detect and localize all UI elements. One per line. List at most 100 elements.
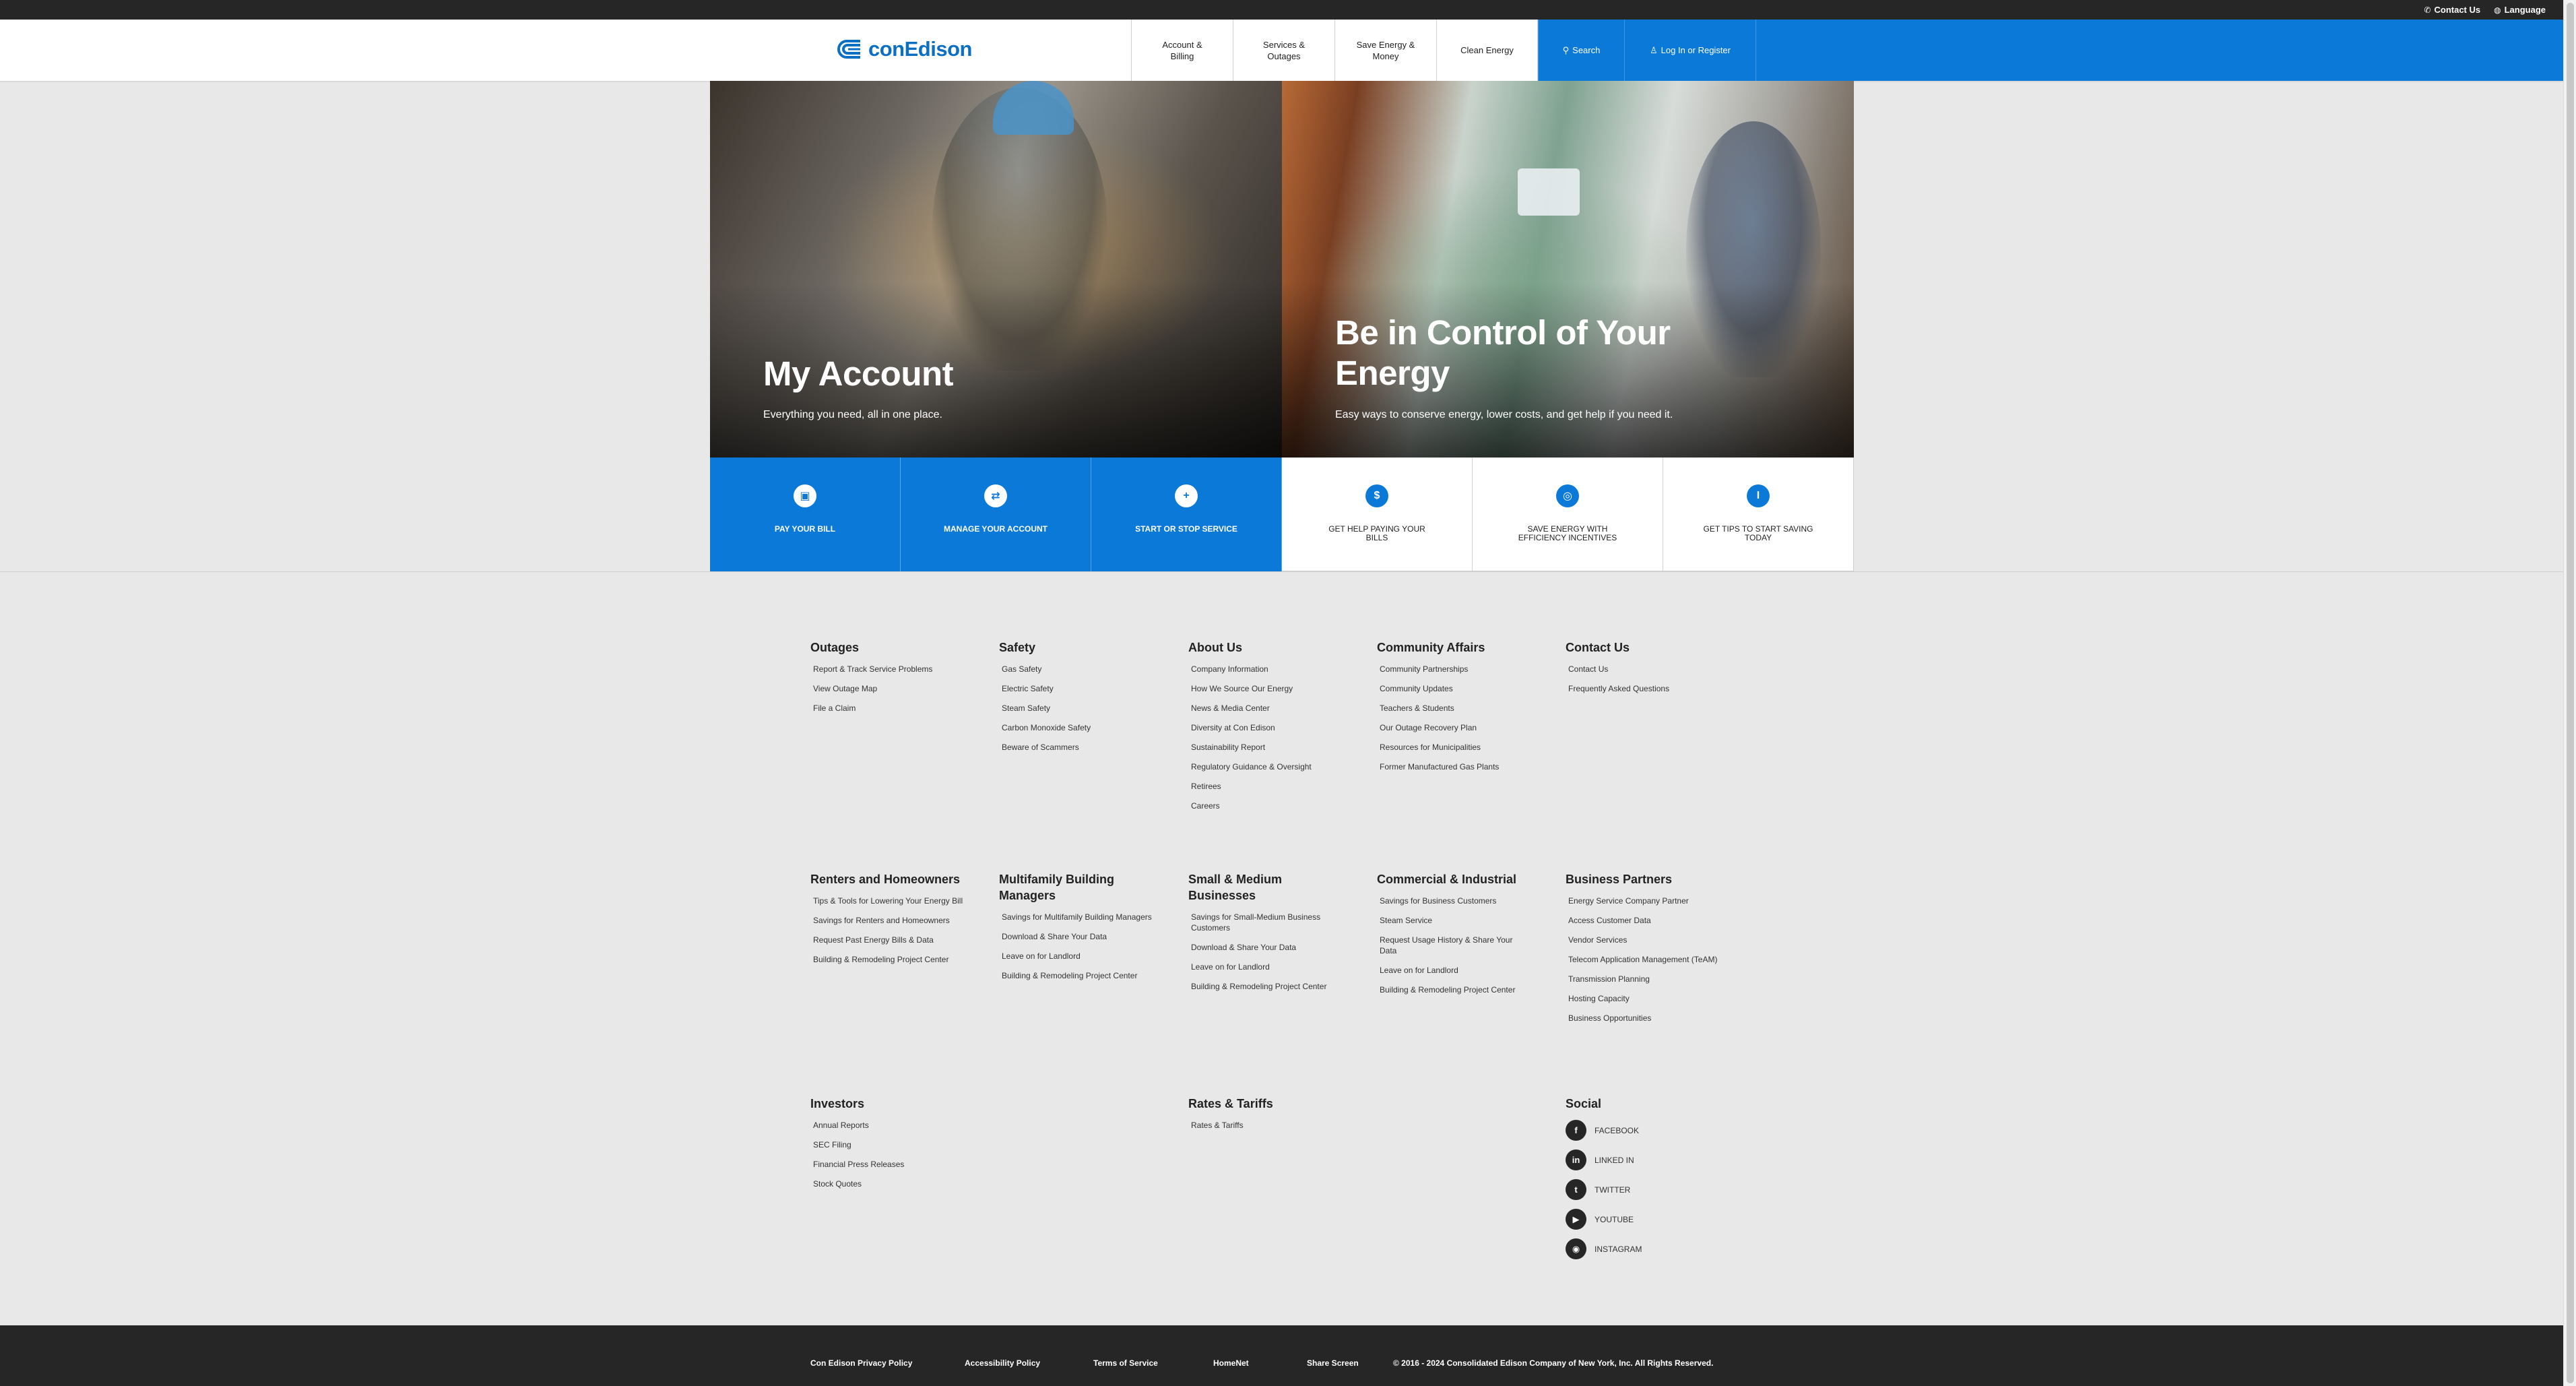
conedison-logo[interactable]: conEdison (833, 36, 972, 63)
social-label: INSTAGRAM (1595, 1244, 1642, 1254)
hero-subtitle: Easy ways to conserve energy, lower cost… (1335, 409, 1673, 420)
copyright-text: © 2016 - 2024 Consolidated Edison Compan… (1393, 1358, 1714, 1368)
accessibility-policy-link[interactable]: Accessibility Policy (965, 1358, 1040, 1368)
footer-link[interactable]: Company Information (1191, 664, 1343, 674)
footer-link[interactable]: Building & Remodeling Project Center (1380, 984, 1531, 995)
footer-link[interactable]: Request Usage History & Share Your Data (1380, 935, 1531, 956)
footer-link[interactable]: Rates & Tariffs (1191, 1120, 1343, 1131)
footer-link[interactable]: Business Opportunities (1568, 1013, 1720, 1023)
footer-link[interactable]: Electric Safety (1002, 683, 1153, 694)
footer-link[interactable]: Regulatory Guidance & Oversight (1191, 761, 1343, 772)
scrollbar-thumb[interactable] (2567, 3, 2574, 1383)
footer-link[interactable]: Leave on for Landlord (1380, 965, 1531, 976)
footer-link[interactable]: Stock Quotes (813, 1178, 965, 1189)
tile-efficiency-incentives[interactable]: ◎ SAVE ENERGY WITH EFFICIENCY INCENTIVES (1473, 458, 1663, 571)
footer-link[interactable]: Building & Remodeling Project Center (1002, 970, 1153, 981)
footer-link[interactable]: Savings for Multifamily Building Manager… (1002, 912, 1153, 922)
footer-link[interactable]: Hosting Capacity (1568, 993, 1720, 1004)
footer-link[interactable]: Carbon Monoxide Safety (1002, 722, 1153, 733)
footer-link[interactable]: Savings for Small-Medium Business Custom… (1191, 912, 1343, 933)
footer-link[interactable]: Steam Service (1380, 915, 1531, 926)
footer-link[interactable]: Diversity at Con Edison (1191, 722, 1343, 733)
social-instagram[interactable]: ◉ INSTAGRAM (1566, 1238, 1734, 1259)
nav-services-outages[interactable]: Services & Outages (1233, 20, 1334, 81)
footer-link[interactable]: Download & Share Your Data (1191, 942, 1343, 953)
social-youtube[interactable]: ▶ YOUTUBE (1566, 1209, 1734, 1230)
footer-link[interactable]: Community Updates (1380, 683, 1531, 694)
language-link[interactable]: ◍ Language (2494, 5, 2546, 15)
footer-heading: Rates & Tariffs (1188, 1097, 1273, 1110)
footer-link[interactable]: Resources for Municipalities (1380, 742, 1531, 753)
nav-clean-energy[interactable]: Clean Energy (1436, 20, 1538, 81)
footer-link[interactable]: Steam Safety (1002, 703, 1153, 714)
footer-col-contact: Contact Us Contact Us Frequently Asked Q… (1566, 639, 1734, 703)
terms-of-service-link[interactable]: Terms of Service (1093, 1358, 1158, 1368)
tile-saving-tips[interactable]: I GET TIPS TO START SAVING TODAY (1663, 458, 1854, 571)
footer-link[interactable]: Financial Press Releases (813, 1159, 965, 1170)
contact-us-link[interactable]: ✆ Contact Us (2424, 5, 2480, 15)
login-register-button[interactable]: ♙ Log In or Register (1624, 20, 1756, 81)
footer-link[interactable]: Download & Share Your Data (1002, 931, 1153, 942)
privacy-policy-link[interactable]: Con Edison Privacy Policy (810, 1358, 912, 1368)
footer-link[interactable]: Report & Track Service Problems (813, 664, 965, 674)
thermometer-icon: I (1747, 484, 1770, 507)
footer-link[interactable]: Tips & Tools for Lowering Your Energy Bi… (813, 895, 965, 906)
footer-link[interactable]: Leave on for Landlord (1191, 962, 1343, 972)
footer-link[interactable]: Savings for Business Customers (1380, 895, 1531, 906)
footer-link[interactable]: Annual Reports (813, 1120, 965, 1131)
footer-link[interactable]: Careers (1191, 800, 1343, 811)
tile-manage-account[interactable]: ⇄ MANAGE YOUR ACCOUNT (901, 458, 1091, 571)
footer-link[interactable]: Request Past Energy Bills & Data (813, 935, 965, 945)
footer-link[interactable]: Our Outage Recovery Plan (1380, 722, 1531, 733)
footer-link[interactable]: Telecom Application Management (TeAM) (1568, 954, 1720, 965)
footer-link[interactable]: Gas Safety (1002, 664, 1153, 674)
footer-link[interactable]: Sustainability Report (1191, 742, 1343, 753)
footer-link[interactable]: Former Manufactured Gas Plants (1380, 761, 1531, 772)
facebook-icon: f (1566, 1120, 1586, 1141)
footer-link[interactable]: Access Customer Data (1568, 915, 1720, 926)
footer-link[interactable]: Contact Us (1568, 664, 1720, 674)
footer-link[interactable]: How We Source Our Energy (1191, 683, 1343, 694)
piggy-bank-icon: ◎ (1556, 484, 1579, 507)
footer-link[interactable]: Retirees (1191, 781, 1343, 792)
tile-pay-your-bill[interactable]: ▣ PAY YOUR BILL (710, 458, 901, 571)
search-button[interactable]: ⚲ Search (1538, 20, 1624, 81)
footer-link[interactable]: Frequently Asked Questions (1568, 683, 1720, 694)
footer-link[interactable]: Transmission Planning (1568, 974, 1720, 984)
hero-control-energy[interactable]: Be in Control of Your Energy Easy ways t… (1282, 81, 1854, 458)
footer-link[interactable]: Building & Remodeling Project Center (1191, 981, 1343, 992)
footer-link[interactable]: Teachers & Students (1380, 703, 1531, 714)
hero-subtitle: Everything you need, all in one place. (763, 409, 942, 420)
social-label: YOUTUBE (1595, 1214, 1634, 1224)
youtube-icon: ▶ (1566, 1209, 1586, 1230)
hero-title: My Account (763, 354, 954, 393)
footer-link[interactable]: Leave on for Landlord (1002, 951, 1153, 962)
social-linkedin[interactable]: in LINKED IN (1566, 1149, 1734, 1170)
bill-icon: ▣ (794, 484, 816, 507)
footer-col-safety: Safety Gas Safety Electric Safety Steam … (999, 639, 1167, 761)
tile-start-stop-service[interactable]: + START OR STOP SERVICE (1091, 458, 1282, 571)
social-twitter[interactable]: t TWITTER (1566, 1179, 1734, 1200)
homenet-link[interactable]: HomeNet (1213, 1358, 1249, 1368)
footer-link[interactable]: Community Partnerships (1380, 664, 1531, 674)
footer-link[interactable]: Vendor Services (1568, 935, 1720, 945)
footer-link[interactable]: Beware of Scammers (1002, 742, 1153, 753)
nav-save-energy-money[interactable]: Save Energy & Money (1334, 20, 1436, 81)
footer-heading: Commercial & Industrial (1377, 873, 1517, 886)
footer-link[interactable]: Energy Service Company Partner (1568, 895, 1720, 906)
tile-help-paying[interactable]: $ GET HELP PAYING YOUR BILLS (1282, 458, 1473, 571)
footer-heading: Investors (810, 1097, 865, 1110)
footer-link[interactable]: Savings for Renters and Homeowners (813, 915, 965, 926)
hero-my-account[interactable]: My Account Everything you need, all in o… (710, 81, 1282, 458)
footer-link[interactable]: SEC Filing (813, 1139, 965, 1150)
footer-link[interactable]: View Outage Map (813, 683, 965, 694)
page-scrollbar[interactable] (2563, 0, 2576, 1386)
footer-link[interactable]: Building & Remodeling Project Center (813, 954, 965, 965)
tile-label: START OR STOP SERVICE (1135, 524, 1237, 534)
share-screen-link[interactable]: Share Screen (1307, 1358, 1359, 1368)
footer-link[interactable]: File a Claim (813, 703, 965, 714)
nav-account-billing[interactable]: Account & Billing (1131, 20, 1233, 81)
footer-link[interactable]: News & Media Center (1191, 703, 1343, 714)
social-facebook[interactable]: f FACEBOOK (1566, 1120, 1734, 1141)
footer-col-partners: Business Partners Energy Service Company… (1566, 871, 1734, 1032)
